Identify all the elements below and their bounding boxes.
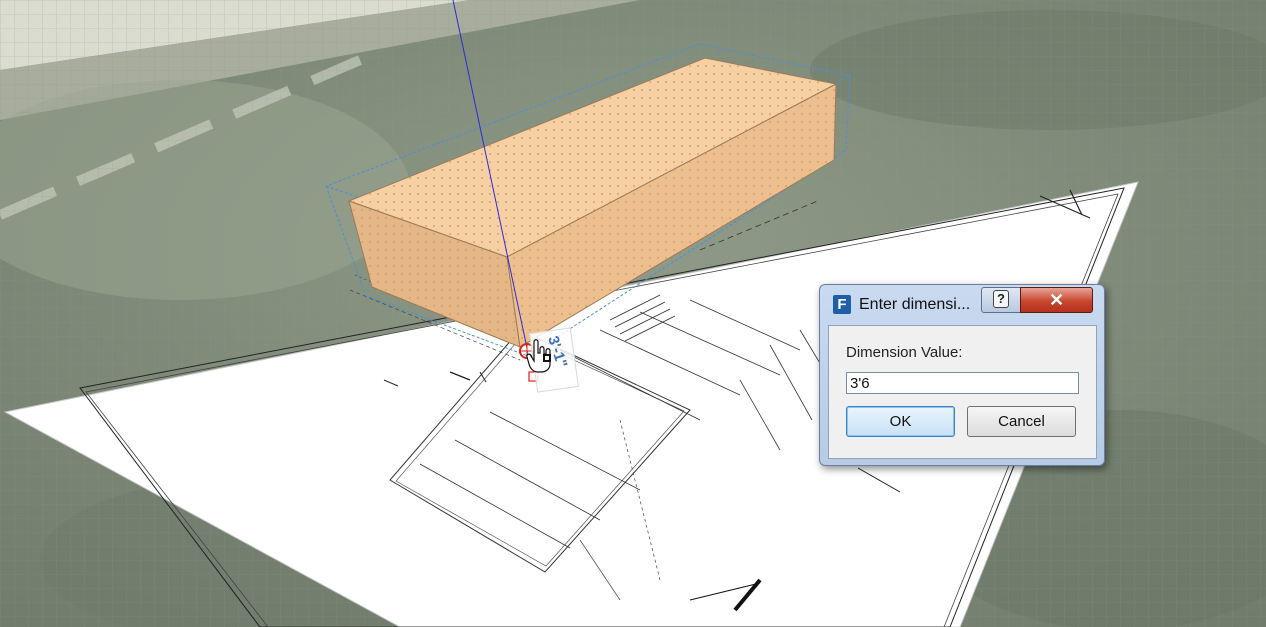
- dimension-value-label: Dimension Value:: [846, 344, 963, 361]
- close-icon: ✕: [1048, 290, 1065, 310]
- dialog-body: Dimension Value: OK Cancel: [828, 325, 1097, 459]
- cancel-button[interactable]: Cancel: [967, 406, 1076, 437]
- hand-cursor-icon: [526, 339, 551, 373]
- app-logo-icon: F: [833, 295, 851, 314]
- help-button[interactable]: ?: [981, 287, 1021, 313]
- dialog-title-bar[interactable]: F Enter dimensi... ? ✕: [820, 285, 1104, 321]
- close-button[interactable]: ✕: [1020, 287, 1093, 313]
- enter-dimension-dialog: F Enter dimensi... ? ✕ Dimension Value: …: [819, 284, 1105, 466]
- dialog-title: Enter dimensi...: [859, 296, 971, 313]
- ok-button[interactable]: OK: [846, 406, 955, 437]
- help-icon: ?: [993, 290, 1009, 308]
- dimension-value-input[interactable]: [846, 372, 1079, 394]
